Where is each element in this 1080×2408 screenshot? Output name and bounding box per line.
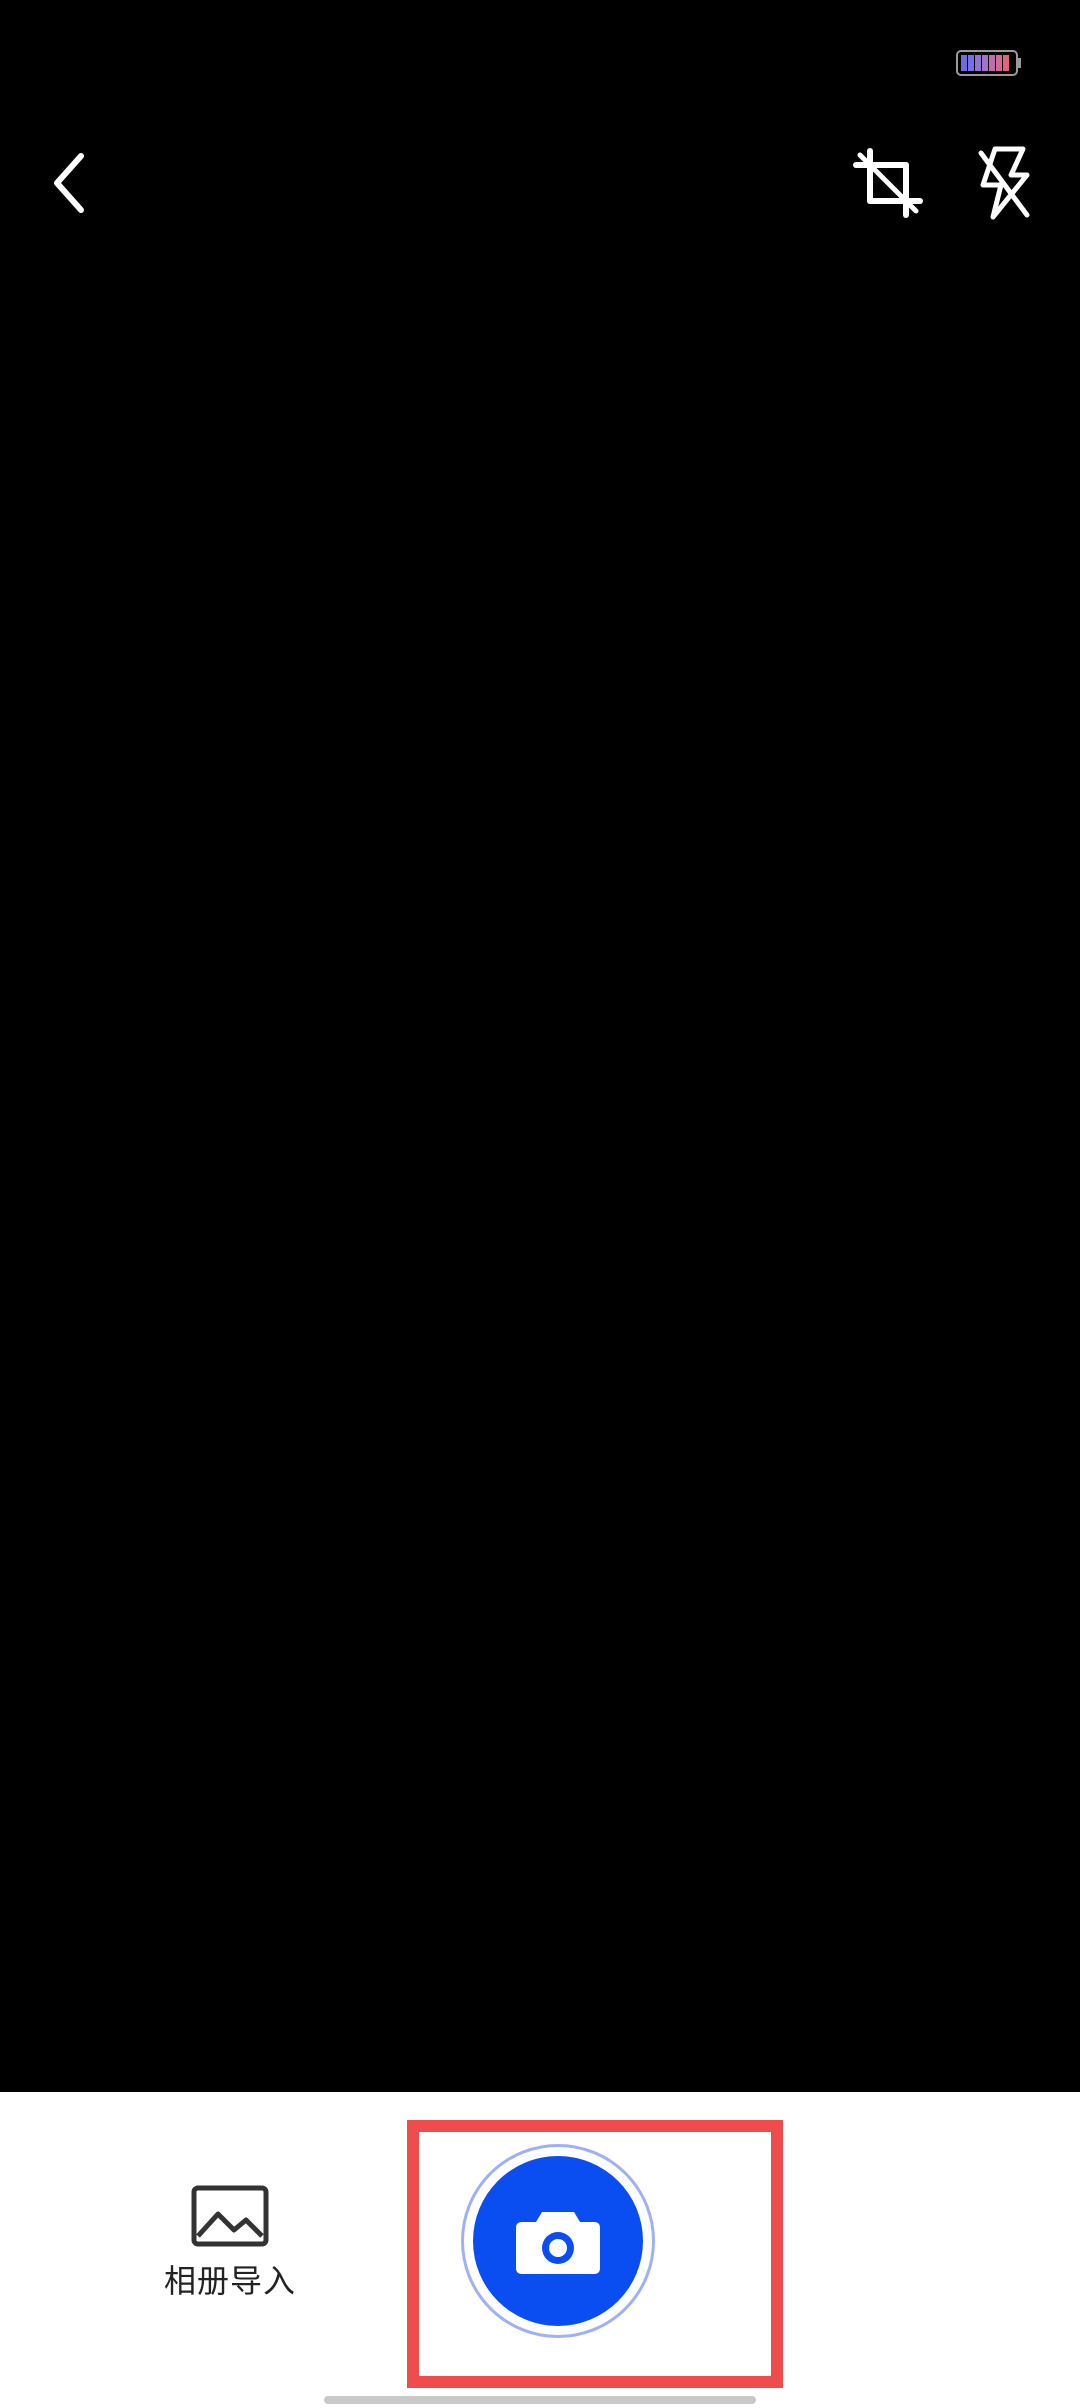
shutter-inner-circle: [473, 2156, 643, 2326]
image-icon: [191, 2185, 269, 2247]
back-button[interactable]: [30, 138, 110, 228]
crop-icon: [853, 148, 923, 218]
shutter-button[interactable]: [461, 2144, 655, 2338]
flash-off-icon: [978, 146, 1030, 220]
camera-viewfinder[interactable]: [0, 250, 1080, 2092]
flash-button[interactable]: [960, 138, 1046, 228]
camera-toolbar: [0, 130, 1080, 250]
camera-screen: 相册导入: [0, 0, 1080, 2408]
home-indicator[interactable]: [324, 2396, 756, 2404]
camera-controls-panel: 相册导入: [0, 2092, 1080, 2408]
crop-button[interactable]: [845, 138, 931, 228]
status-bar: [0, 0, 1080, 120]
album-import-label: 相册导入: [163, 2262, 296, 2300]
chevron-left-icon: [54, 153, 84, 213]
camera-icon: [516, 2212, 600, 2274]
battery-icon: [956, 50, 1021, 76]
album-import-button[interactable]: 相册导入: [150, 2184, 310, 2314]
